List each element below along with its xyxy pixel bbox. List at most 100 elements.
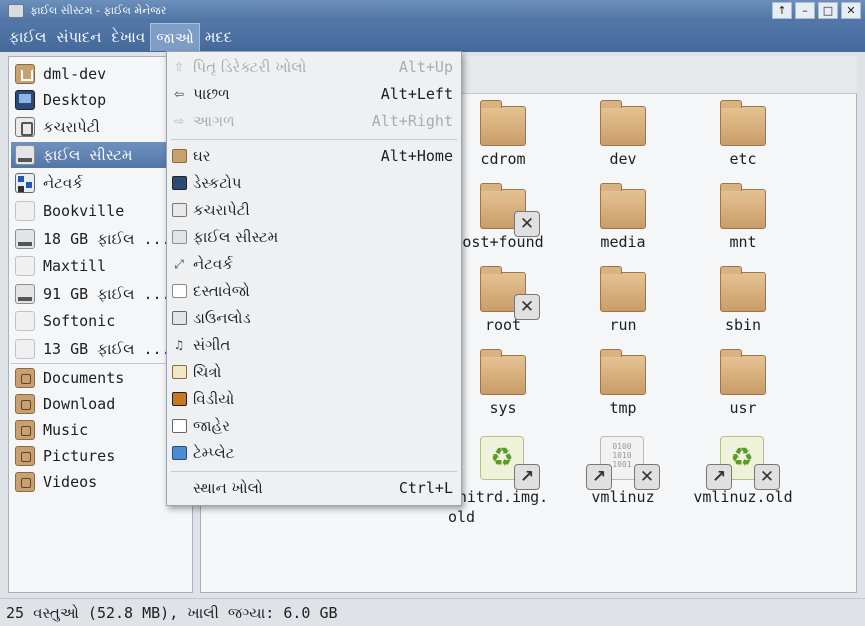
- file-item[interactable]: etc: [683, 100, 803, 168]
- menu-item-home[interactable]: ઘર Alt+Home: [167, 143, 461, 169]
- sidebar-item-label: Download: [43, 395, 116, 413]
- sidebar-item-volume[interactable]: 91 GB ફાઈલ ...: [11, 281, 191, 307]
- sidebar-item-network[interactable]: નેટવર્ક: [11, 170, 191, 196]
- sidebar-item-label: Bookville: [43, 202, 125, 220]
- sidebar-item-label: 91 GB ફાઈલ ...: [43, 285, 171, 303]
- drive-icon: [15, 229, 35, 249]
- file-item[interactable]: 0100 1010 1001 ↗ ✕ vmlinuz: [563, 436, 683, 506]
- menu-edit[interactable]: સંપાદન: [51, 23, 106, 51]
- sidebar-item-download[interactable]: Download: [11, 391, 191, 417]
- menu-item-open-parent[interactable]: ⇧ પિતૃ ડિરેક્ટરી ખોલો Alt+Up: [167, 54, 461, 80]
- drive-icon: [15, 284, 35, 304]
- broken-emblem-icon: ✕: [634, 464, 660, 490]
- app-icon: [8, 4, 24, 18]
- file-name: etc: [729, 150, 757, 168]
- menu-item-open-location[interactable]: સ્થાન ખોલો Ctrl+L: [167, 475, 461, 501]
- file-item[interactable]: usr: [683, 349, 803, 417]
- folder-icon: [600, 349, 646, 395]
- menu-item-label: પાછળ: [193, 85, 230, 103]
- menu-item-back[interactable]: ⇦ પાછળ Alt+Left: [167, 81, 461, 107]
- menu-item-label: ડેસ્કટોપ: [193, 174, 242, 192]
- menu-item-shortcut: Ctrl+L: [398, 479, 453, 497]
- sidebar-item-volume[interactable]: Softonic: [11, 308, 191, 334]
- disk-icon: [15, 311, 35, 331]
- sidebar-item-volume[interactable]: Maxtill: [11, 253, 191, 279]
- menu-item-network[interactable]: ⤢ નેટવર્ક: [167, 251, 461, 277]
- file-name: usr: [729, 399, 757, 417]
- file-name: tmp: [609, 399, 637, 417]
- menu-file[interactable]: ફાઈલ: [4, 23, 51, 51]
- menu-item-label: જાહેર: [193, 417, 230, 435]
- sidebar-divider: [11, 363, 191, 364]
- sidebar-item-volume[interactable]: Bookville: [11, 198, 191, 224]
- close-button[interactable]: ✕: [841, 2, 861, 19]
- window-title: ફાઈલ સીસ્ટમ - ફાઈલ મેનેજર: [30, 4, 167, 17]
- file-name: vmlinuz.old: [693, 488, 793, 506]
- videos-folder-icon: [15, 472, 35, 492]
- menu-item-label: સ્થાન ખોલો: [193, 479, 263, 497]
- sidebar-item-volume[interactable]: 13 GB ફાઈલ ...: [11, 336, 191, 362]
- sidebar-item-pictures[interactable]: Pictures: [11, 443, 191, 469]
- locked-emblem-icon: ✕: [514, 294, 540, 320]
- menu-view[interactable]: દેખાવ: [106, 23, 150, 51]
- sidebar-item-music[interactable]: Music: [11, 417, 191, 443]
- menu-item-trash[interactable]: કચરાપેટી: [167, 197, 461, 223]
- menu-item-public[interactable]: જાહેર: [167, 413, 461, 439]
- menu-go[interactable]: જાઓ: [150, 23, 200, 51]
- maximize-button[interactable]: □: [818, 2, 838, 19]
- menu-help[interactable]: મદદ: [200, 23, 237, 51]
- sidebar-item-desktop[interactable]: Desktop: [11, 87, 191, 113]
- menu-item-label: ડાઉનલોડ: [193, 309, 251, 327]
- file-item[interactable]: dev: [563, 100, 683, 168]
- folder-icon: [720, 349, 766, 395]
- folder-icon: [720, 100, 766, 146]
- broken-emblem-icon: ✕: [754, 464, 780, 490]
- menu-item-shortcut: Alt+Up: [398, 58, 453, 76]
- folder-icon: [480, 349, 526, 395]
- file-item[interactable]: ♻ ↗ ✕ vmlinuz.old: [683, 436, 803, 506]
- file-item[interactable]: run: [563, 266, 683, 334]
- sidebar-item-label: 18 GB ફાઈલ ...: [43, 230, 171, 248]
- sidebar-item-volume[interactable]: 18 GB ફાઈલ ...: [11, 226, 191, 252]
- file-name: dev: [609, 150, 637, 168]
- file-name: run: [609, 316, 637, 334]
- menu-item-label: આગળ: [193, 112, 235, 130]
- file-item[interactable]: mnt: [683, 183, 803, 251]
- file-item[interactable]: tmp: [563, 349, 683, 417]
- drive-icon: [15, 145, 35, 165]
- sidebar-item-documents[interactable]: Documents: [11, 365, 191, 391]
- documents-folder-icon: [15, 368, 35, 388]
- download-folder-icon: [15, 394, 35, 414]
- sidebar-item-label: Documents: [43, 369, 125, 387]
- menu-item-forward[interactable]: ⇨ આગળ Alt+Right: [167, 108, 461, 134]
- menu-item-download[interactable]: ડાઉનલોડ: [167, 305, 461, 331]
- sidebar-item-videos[interactable]: Videos: [11, 469, 191, 495]
- menu-item-label: ચિત્રો: [193, 363, 222, 381]
- video-icon: [171, 391, 187, 407]
- menu-item-videos[interactable]: વિડીયો: [167, 386, 461, 412]
- menu-item-documents[interactable]: દસ્તાવેજો: [167, 278, 461, 304]
- minimize-button[interactable]: –: [795, 2, 815, 19]
- sidebar-item-filesystem[interactable]: ફાઈલ સીસ્ટમ: [11, 142, 191, 168]
- status-text: 25 વસ્તુઓ (52.8 MB), ખાલી જગ્યા: 6.0 GB: [6, 603, 338, 622]
- sidebar-item-label: Desktop: [43, 91, 107, 109]
- sidebar-item-home[interactable]: dml-dev: [11, 61, 191, 87]
- folder-icon: [720, 183, 766, 229]
- desktop-icon: [15, 90, 35, 110]
- menu-item-music[interactable]: ♫ સંગીત: [167, 332, 461, 358]
- sidebar-item-trash[interactable]: કચરાપેટી: [11, 114, 191, 140]
- menu-separator: [171, 471, 457, 472]
- menu-item-desktop[interactable]: ડેસ્કટોપ: [167, 170, 461, 196]
- file-item[interactable]: media: [563, 183, 683, 251]
- document-icon: [171, 283, 187, 299]
- symlink-emblem-icon: ↗: [514, 464, 540, 490]
- sidebar-item-label: નેટવર્ક: [43, 174, 83, 192]
- menu-item-templates[interactable]: ટેમ્પ્લેટ: [167, 440, 461, 466]
- up-arrow-icon: ⇧: [173, 60, 185, 74]
- music-folder-icon: [15, 420, 35, 440]
- menu-item-pictures[interactable]: ચિત્રો: [167, 359, 461, 385]
- menu-item-filesystem[interactable]: ફાઈલ સીસ્ટમ: [167, 224, 461, 250]
- keep-above-button[interactable]: ↑: [772, 2, 792, 19]
- file-item[interactable]: sbin: [683, 266, 803, 334]
- symlink-emblem-icon: ↗: [706, 464, 732, 490]
